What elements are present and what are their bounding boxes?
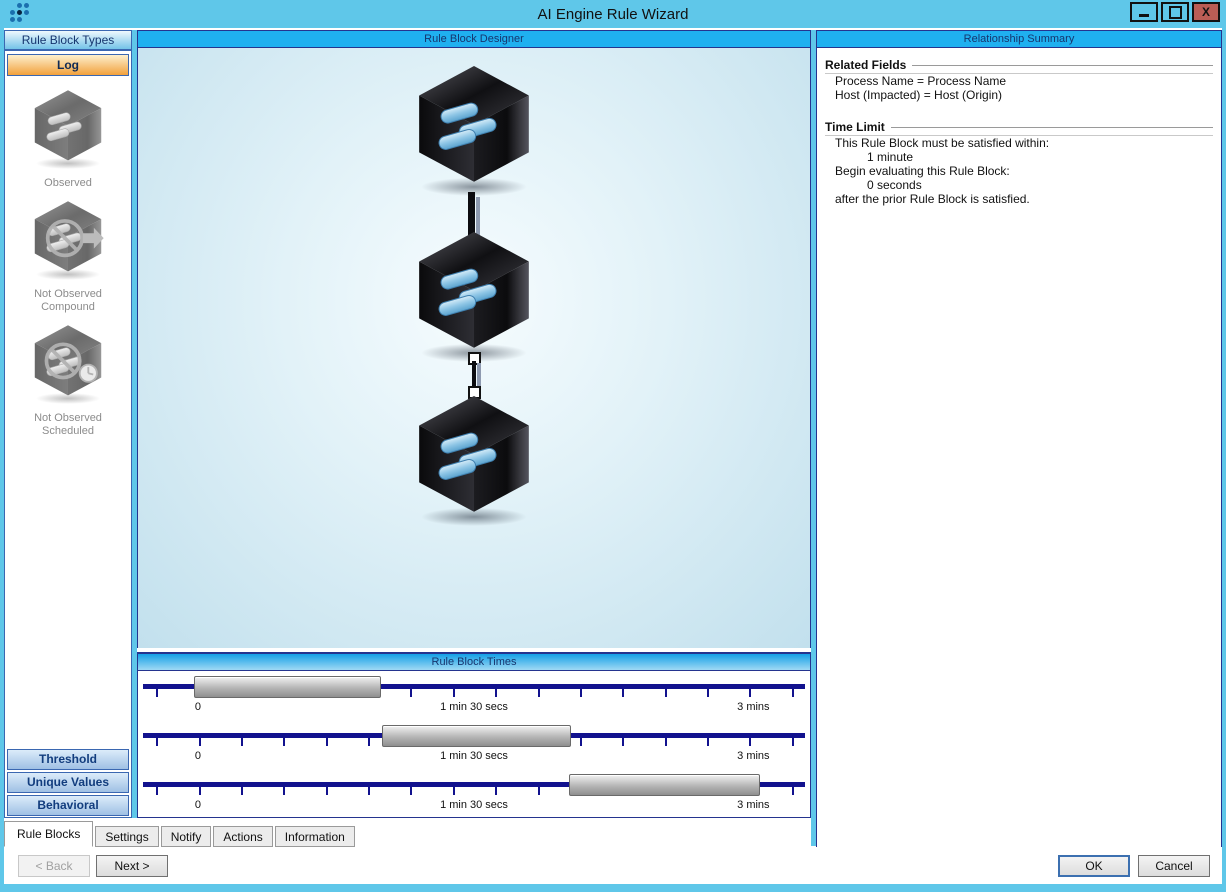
not-observed-scheduled-icon	[34, 324, 102, 404]
rule-block-time-slider-1: 0 1 min 30 secs 3 mins	[138, 671, 810, 720]
block-connector-2-selected[interactable]	[467, 352, 483, 399]
rule-block-type-observed[interactable]: Observed	[5, 89, 131, 190]
ok-button[interactable]: OK	[1058, 855, 1130, 877]
time-limit-line: 1 minute	[867, 150, 914, 164]
tab-notify[interactable]: Notify	[160, 826, 212, 847]
slider-bar[interactable]	[381, 725, 571, 747]
rule-block-designer-header: Rule Block Designer	[138, 31, 810, 48]
rule-block-type-label: Observed	[44, 177, 92, 189]
rule-block-designer-panel: Rule Block Designer	[137, 30, 811, 648]
slider-bar[interactable]	[568, 774, 760, 796]
relationship-summary-panel: Relationship Summary Related Fields Proc…	[816, 30, 1222, 848]
time-limit-line: Begin evaluating this Rule Block:	[835, 164, 1010, 178]
window-title: AI Engine Rule Wizard	[537, 5, 689, 23]
relationship-summary-body: Related Fields Process Name = Process Na…	[817, 48, 1221, 210]
minimize-icon	[1139, 13, 1149, 17]
behavioral-category-button[interactable]: Behavioral	[7, 795, 129, 816]
rule-block-types-header: Rule Block Types	[5, 31, 131, 51]
threshold-category-button[interactable]: Threshold	[7, 749, 129, 770]
related-field-line: Process Name = Process Name	[835, 74, 1007, 88]
slider-labels: 0 1 min 30 secs 3 mins	[194, 799, 770, 811]
rule-block-cube-3[interactable]	[413, 394, 535, 526]
back-button[interactable]: < Back	[18, 855, 90, 877]
maximize-button[interactable]	[1161, 2, 1189, 22]
relationship-summary-header: Relationship Summary	[817, 31, 1221, 48]
tab-information[interactable]: Information	[274, 826, 355, 847]
close-button[interactable]: X	[1192, 2, 1220, 22]
rule-block-type-label: Not Observed Compound	[34, 288, 102, 313]
ai-engine-rule-wizard-window: AI Engine Rule Wizard X Rule Block Types…	[0, 0, 1226, 892]
slider-bar[interactable]	[193, 676, 382, 698]
tab-settings[interactable]: Settings	[95, 826, 159, 847]
time-limit-line: 0 seconds	[867, 178, 922, 192]
unique-values-category-button[interactable]: Unique Values	[7, 772, 129, 793]
observed-cube-icon	[34, 89, 102, 169]
tab-rule-blocks[interactable]: Rule Blocks	[4, 821, 94, 847]
time-limit-group-header: Time Limit	[825, 120, 1213, 136]
rule-block-times-header: Rule Block Times	[138, 653, 810, 671]
group-rule-line	[890, 126, 1213, 129]
title-bar: AI Engine Rule Wizard X	[0, 0, 1226, 28]
rule-block-time-slider-2: 0 1 min 30 secs 3 mins	[138, 720, 810, 769]
rule-block-type-label: Not Observed Scheduled	[34, 412, 102, 437]
log-category-button[interactable]: Log	[7, 54, 129, 76]
next-button[interactable]: Next >	[96, 855, 168, 877]
rule-block-cube-2[interactable]	[413, 230, 535, 362]
cancel-button[interactable]: Cancel	[1138, 855, 1210, 877]
rule-block-type-not-observed-scheduled[interactable]: Not Observed Scheduled	[5, 324, 131, 438]
maximize-icon	[1168, 5, 1182, 19]
minimize-button[interactable]	[1130, 2, 1158, 22]
tab-actions[interactable]: Actions	[213, 826, 273, 847]
wizard-tab-strip: Rule Blocks Settings Notify Actions Info…	[4, 820, 357, 847]
related-field-line: Host (Impacted) = Host (Origin)	[835, 88, 1003, 102]
slider-labels: 0 1 min 30 secs 3 mins	[194, 701, 770, 713]
rule-block-time-slider-3: 0 1 min 30 secs 3 mins	[138, 769, 810, 818]
rule-block-type-not-observed-compound[interactable]: Not Observed Compound	[5, 200, 131, 314]
group-rule-line	[912, 64, 1213, 67]
time-limit-line: This Rule Block must be satisfied within…	[835, 136, 1050, 150]
connector-bar	[472, 361, 476, 389]
footer-bar: < Back Next > OK Cancel	[4, 847, 1222, 884]
related-fields-group-header: Related Fields	[825, 58, 1213, 74]
slider-labels: 0 1 min 30 secs 3 mins	[194, 750, 770, 762]
client-area: Rule Block Types Log Observed Not Observ…	[4, 28, 1222, 884]
window-controls: X	[1127, 2, 1220, 22]
rule-block-types-panel: Rule Block Types Log Observed Not Observ…	[4, 30, 132, 818]
time-limit-line: after the prior Rule Block is satisfied.	[835, 192, 1030, 206]
not-observed-compound-icon	[34, 200, 104, 280]
rule-block-cube-1[interactable]	[413, 64, 535, 196]
rule-block-times-panel: Rule Block Times 0 1 min 30 secs 3 mins …	[137, 652, 811, 818]
designer-canvas[interactable]	[138, 48, 810, 648]
